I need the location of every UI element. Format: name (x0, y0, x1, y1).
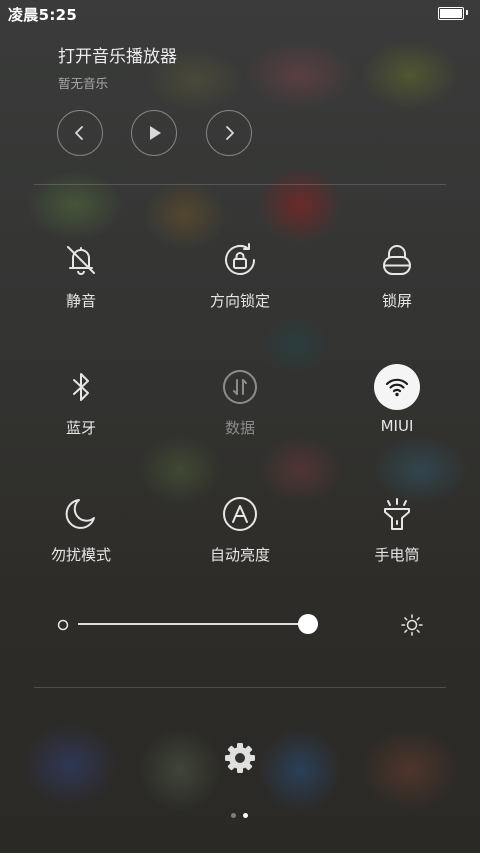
next-icon (226, 126, 234, 140)
brightness-thumb[interactable] (298, 614, 318, 634)
divider-bottom (34, 687, 446, 688)
divider-top (34, 184, 446, 185)
toggle-label: 数据 (224, 419, 255, 437)
wifi-icon (385, 378, 409, 397)
previous-button[interactable] (57, 110, 103, 156)
brightness-track[interactable] (78, 623, 308, 625)
battery-cap (466, 10, 468, 15)
battery-icon (438, 7, 464, 20)
music-widget[interactable]: 打开音乐播放器 暂无音乐 (58, 42, 177, 92)
page-dot-2-active (243, 813, 248, 818)
next-button[interactable] (206, 110, 252, 156)
toggle-bluetooth[interactable]: 蓝牙 (21, 363, 141, 453)
toggle-wifi[interactable]: MIUI (337, 363, 457, 453)
toggle-label: 方向锁定 (209, 292, 270, 310)
toggle-label: 静音 (65, 292, 96, 310)
flashlight-icon (384, 498, 410, 530)
toggle-label: 勿扰模式 (50, 546, 111, 564)
bell-off-icon (67, 246, 95, 275)
toggle-mute[interactable]: 静音 (21, 236, 141, 326)
wifi-active-background (374, 364, 420, 410)
toggle-flashlight[interactable]: 手电筒 (337, 490, 457, 580)
brightness-low-icon (57, 619, 69, 631)
lock-icon (383, 245, 411, 275)
toggle-lock-screen[interactable]: 锁屏 (337, 236, 457, 326)
brightness-high-icon (401, 614, 423, 636)
bluetooth-icon (73, 373, 89, 401)
toggle-do-not-disturb[interactable]: 勿扰模式 (21, 490, 141, 580)
toggle-rotation-lock[interactable]: 方向锁定 (180, 236, 300, 326)
toggle-label: 手电筒 (374, 546, 420, 564)
mobile-data-icon (223, 370, 257, 404)
status-bar: 凌晨5:25 (0, 0, 480, 26)
toggle-label: 锁屏 (381, 292, 412, 310)
brightness-slider[interactable] (56, 610, 426, 640)
toggle-auto-brightness[interactable]: 自动亮度 (180, 490, 300, 580)
status-time: 凌晨5:25 (8, 6, 78, 24)
battery-level-fill (440, 9, 462, 18)
music-title[interactable]: 打开音乐播放器 (58, 42, 177, 67)
toggle-label: 自动亮度 (209, 546, 270, 564)
moon-icon (65, 499, 95, 529)
music-subtitle: 暂无音乐 (58, 76, 109, 91)
toggle-label: MIUI (380, 417, 414, 435)
play-icon (150, 126, 161, 140)
auto-brightness-icon (223, 497, 257, 531)
play-button[interactable] (131, 110, 177, 156)
previous-icon (75, 126, 83, 140)
gear-icon (225, 743, 255, 773)
page-dot-1 (231, 813, 236, 818)
rotation-lock-icon (225, 243, 255, 275)
settings-button[interactable] (222, 740, 258, 780)
toggle-mobile-data[interactable]: 数据 (180, 363, 300, 453)
toggle-label: 蓝牙 (65, 419, 96, 437)
